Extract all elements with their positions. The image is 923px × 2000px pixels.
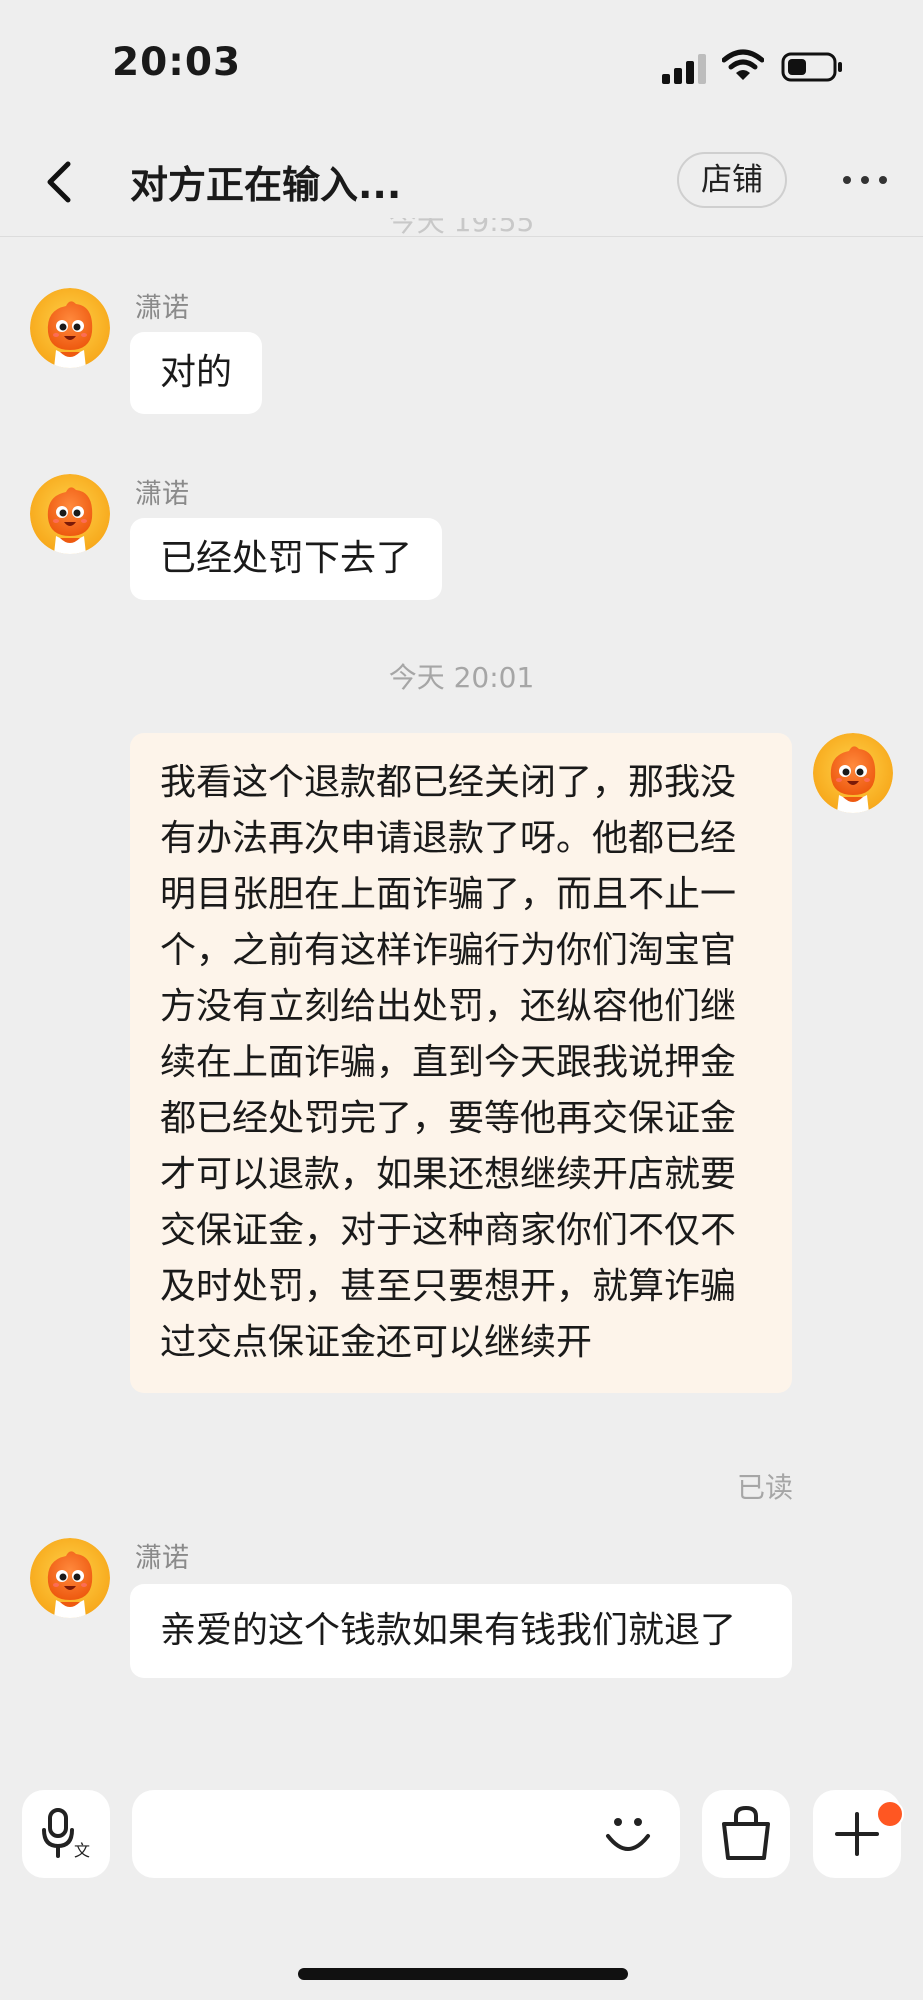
back-icon[interactable] <box>40 158 80 206</box>
my-avatar[interactable] <box>813 733 893 813</box>
input-bar: 文 <box>0 1790 923 1900</box>
my-message-bubble[interactable]: 我看这个退款都已经关闭了，那我没有办法再次申请退款了呀。他都已经明目张胆在上面诈… <box>130 733 792 1393</box>
timestamp: 今天 20:01 <box>388 661 535 694</box>
voice-button[interactable]: 文 <box>22 1790 110 1878</box>
sender-name: 潇诺 <box>135 479 189 510</box>
sender-name: 潇诺 <box>135 1543 189 1574</box>
message-bubble[interactable]: 亲爱的这个钱款如果有钱我们就退了 <box>130 1584 792 1678</box>
bag-icon <box>722 1805 770 1860</box>
notification-badge <box>876 1800 904 1828</box>
message-bubble[interactable]: 对的 <box>130 332 263 414</box>
shop-button[interactable]: 店铺 <box>677 152 787 208</box>
home-indicator <box>298 1968 628 1980</box>
read-status: 已读 <box>737 1471 794 1504</box>
status-bar: 20:03 <box>0 0 923 130</box>
message-input[interactable] <box>132 1790 680 1878</box>
plus-icon <box>835 1812 879 1856</box>
avatar[interactable] <box>30 288 110 368</box>
wifi-icon <box>722 49 764 80</box>
battery-icon <box>781 52 842 82</box>
shopping-bag-button[interactable] <box>702 1790 790 1878</box>
voice-icon: 文 <box>42 1808 90 1860</box>
avatar[interactable] <box>30 1538 110 1618</box>
status-time: 20:03 <box>112 40 242 85</box>
more-icon[interactable] <box>840 170 890 190</box>
sender-name: 潇诺 <box>135 293 189 324</box>
signal-icon <box>662 54 706 84</box>
chat-title: 对方正在输入... <box>130 163 402 207</box>
svg-text:文: 文 <box>74 1841 90 1860</box>
avatar[interactable] <box>30 474 110 554</box>
faded-timestamp: 今天 19:55 <box>388 218 535 238</box>
message-bubble[interactable]: 已经处罚下去了 <box>130 518 443 600</box>
emoji-icon[interactable] <box>602 1808 654 1860</box>
